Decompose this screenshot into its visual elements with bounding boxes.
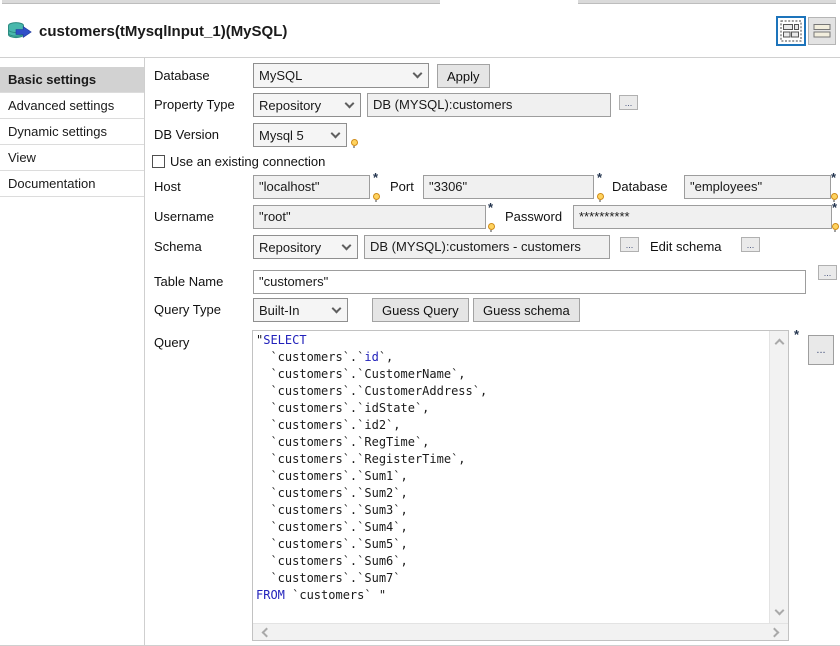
host-required-marker: * [372,174,382,201]
existing-connection-checkbox[interactable] [152,155,165,168]
password-field[interactable]: ********** [573,205,832,229]
edit-schema-label: Edit schema [650,239,722,254]
query-type-label: Query Type [154,302,221,317]
basic-settings-form: Database MySQL Apply Property Type Repos… [145,58,840,645]
query-label: Query [154,335,189,350]
tab-strip-segment [578,0,836,4]
query-type-select[interactable]: Built-In [253,298,348,322]
table-name-browse-button[interactable]: ... [818,265,837,280]
hint-lamp-icon [597,193,604,200]
table-name-field[interactable]: "customers" [253,270,806,294]
chevron-down-icon [345,98,355,108]
database-label: Database [154,68,210,83]
port-field[interactable]: "3306" [423,175,594,199]
hint-lamp-icon [831,193,838,200]
mysql-component-icon [8,22,32,40]
sidebar-item-dynamic-settings[interactable]: Dynamic settings [0,119,144,145]
port-label: Port [390,179,414,194]
sidebar-item-advanced-settings[interactable]: Advanced settings [0,93,144,119]
header-actions [776,16,836,46]
guess-query-button[interactable]: Guess Query [372,298,469,322]
chevron-down-icon [331,128,341,138]
query-text[interactable]: "SELECT `customers`.`id`, `customers`.`C… [253,331,769,623]
scroll-down-icon[interactable] [774,606,784,616]
schema-select[interactable]: Repository [253,235,358,259]
database-required-marker: * [830,174,840,201]
schema-repository-field[interactable]: DB (MYSQL):customers - customers [364,235,610,259]
property-repository-browse-button[interactable]: ... [619,95,638,110]
hint-lamp-icon [832,223,839,230]
sidebar-item-basic-settings[interactable]: Basic settings [0,67,144,93]
schema-label: Schema [154,239,202,254]
username-label: Username [154,209,214,224]
header: customers(tMysqlInput_1)(MySQL) [0,5,840,58]
page-title: customers(tMysqlInput_1)(MySQL) [39,23,287,40]
sidebar-item-view[interactable]: View [0,145,144,171]
schema-browse-button[interactable]: ... [620,237,639,252]
username-required-marker: * [487,204,497,231]
property-type-label: Property Type [154,97,235,112]
property-type-select[interactable]: Repository [253,93,361,117]
scroll-up-icon[interactable] [774,339,784,349]
chevron-down-icon [413,69,423,79]
host-field[interactable]: "localhost" [253,175,370,199]
chevron-down-icon [342,240,352,250]
scroll-left-icon[interactable] [262,627,272,637]
query-vertical-scrollbar[interactable] [769,331,788,623]
grid-layout-icon [780,20,802,42]
tab-strip-segment [2,0,440,4]
query-horizontal-scrollbar[interactable] [253,623,788,640]
port-required-marker: * [596,174,606,201]
database-name-field[interactable]: "employees" [684,175,831,199]
property-repository-field[interactable]: DB (MYSQL):customers [367,93,611,117]
existing-connection-label: Use an existing connection [170,154,325,169]
component-settings-panel: customers(tMysqlInput_1)(MySQL) [0,0,840,646]
guess-schema-button[interactable]: Guess schema [473,298,580,322]
hint-lamp-icon [488,223,495,230]
chevron-down-icon [332,303,342,313]
edit-schema-button[interactable]: ... [741,237,760,252]
required-asterisk: * [831,173,836,183]
username-field[interactable]: "root" [253,205,486,229]
db-version-label: DB Version [154,127,219,142]
tab-strip [0,0,840,5]
sidebar-item-documentation[interactable]: Documentation [0,171,144,197]
query-editor: "SELECT `customers`.`id`, `customers`.`C… [252,330,789,641]
rows-layout-icon [811,20,833,42]
required-asterisk: * [832,203,837,213]
apply-button[interactable]: Apply [437,64,490,88]
required-asterisk: * [597,173,602,183]
table-name-label: Table Name [154,274,223,289]
settings-sidebar: Basic settings Advanced settings Dynamic… [0,58,145,645]
host-label: Host [154,179,181,194]
db-version-select[interactable]: Mysql 5 [253,123,347,147]
required-asterisk: * [488,203,493,213]
query-required-asterisk: * [794,327,799,342]
scroll-right-icon[interactable] [770,627,780,637]
password-required-marker: * [831,204,840,231]
database-name-label: Database [612,179,668,194]
layout-grid-button[interactable] [776,16,806,46]
password-label: Password [505,209,562,224]
hint-lamp-icon [373,193,380,200]
database-select[interactable]: MySQL [253,63,429,88]
query-open-editor-button[interactable]: ... [808,335,834,365]
required-asterisk: * [373,173,378,183]
hint-lamp-icon [351,139,358,146]
layout-rows-button[interactable] [808,17,836,45]
